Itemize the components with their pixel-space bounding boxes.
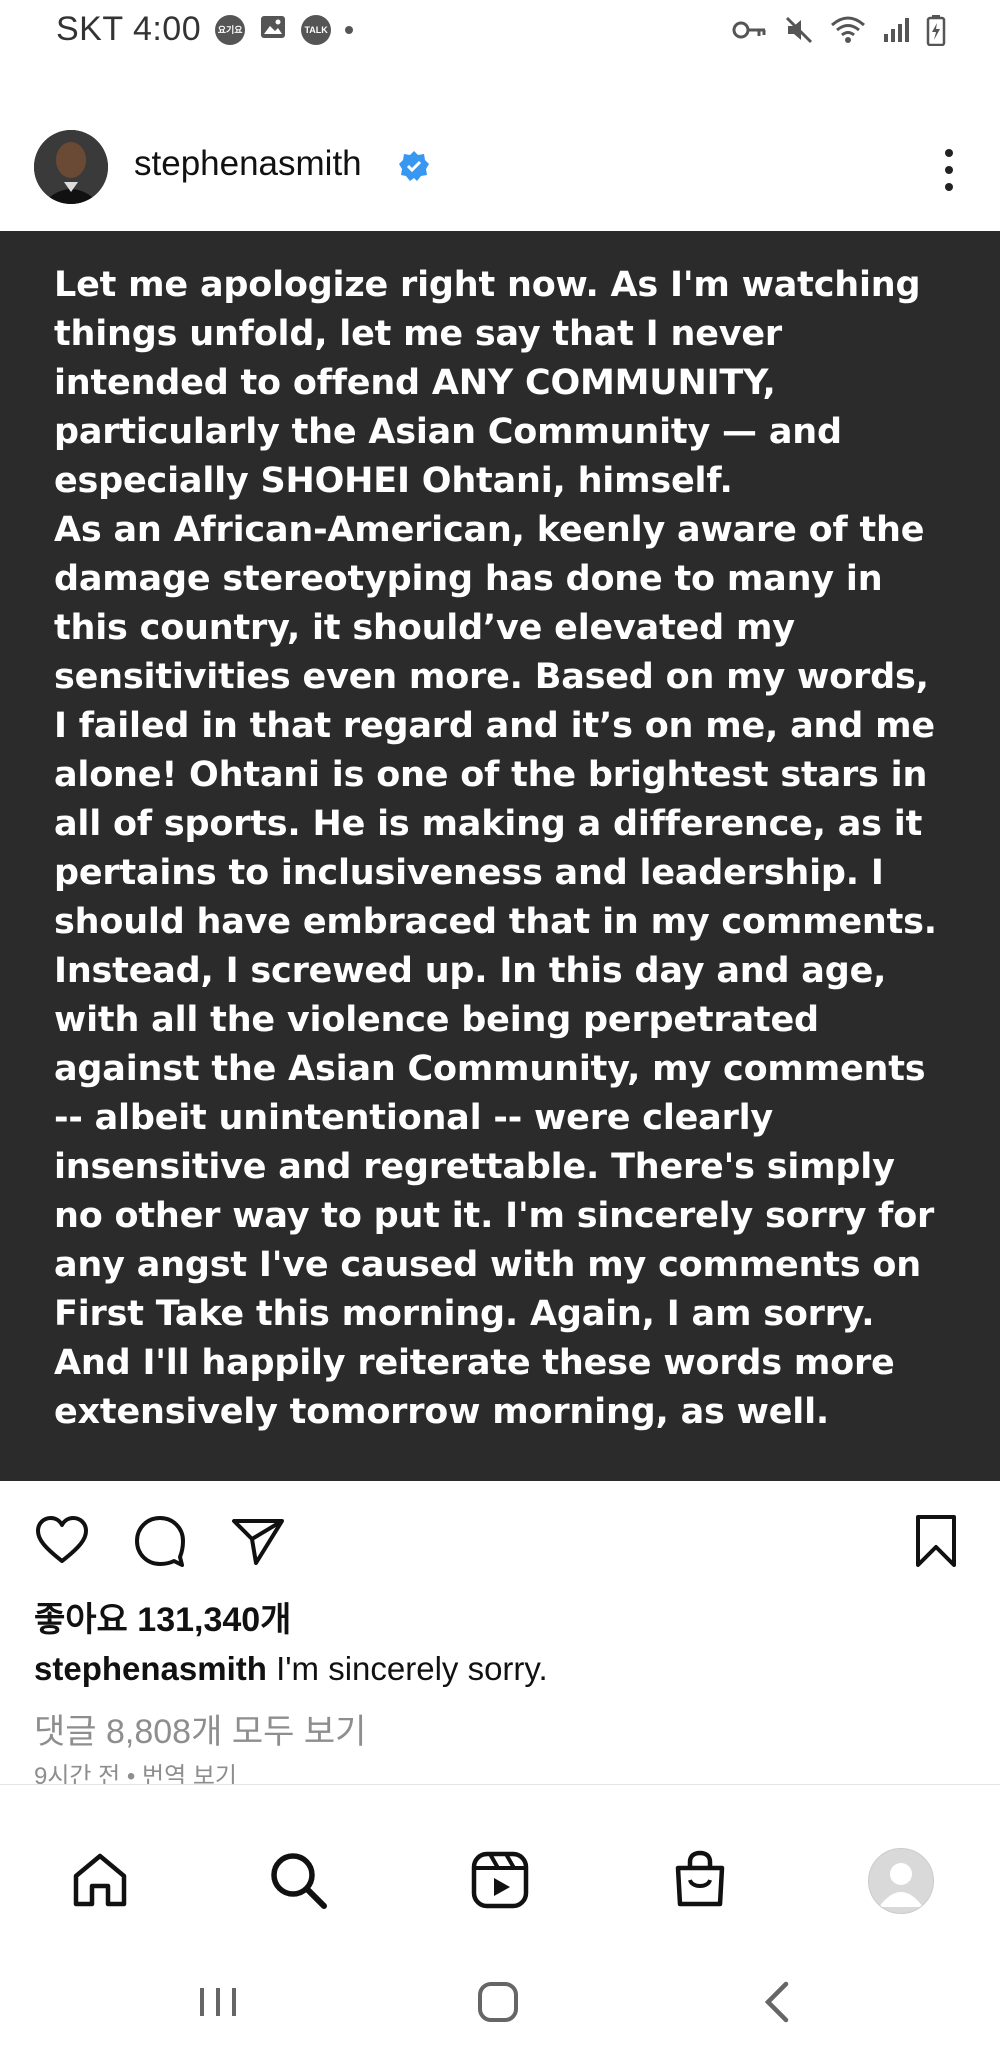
signal-icon bbox=[882, 16, 910, 44]
statement-line: And I'll happily reiterate these words m… bbox=[54, 1343, 895, 1383]
like-count[interactable]: 좋아요 131,340개 bbox=[34, 1592, 291, 1641]
statement-line: First Take this morning. Again, I am sor… bbox=[54, 1294, 875, 1334]
image-notification-icon bbox=[259, 14, 287, 45]
statement-line: Instead, I screwed up. In this day and a… bbox=[54, 951, 887, 991]
statement-line: this country, it should’ve elevated my bbox=[54, 608, 795, 648]
statement-line: no other way to put it. I'm sincerely so… bbox=[54, 1196, 935, 1236]
statement-line: damage stereotyping has done to many in bbox=[54, 559, 883, 599]
post-time-translate[interactable]: 9시간 전 • 번역 보기 bbox=[34, 1762, 237, 1784]
statement-line: things unfold, let me say that I never bbox=[54, 314, 782, 354]
talk-notification-icon: TALK bbox=[301, 14, 332, 45]
statement-line: against the Asian Community, my comments bbox=[54, 1049, 926, 1089]
status-bar: SKT 4:00 요기요 TALK bbox=[0, 0, 1000, 62]
statement-line: extensively tomorrow morning, as well. bbox=[54, 1392, 829, 1432]
profile-avatar-icon[interactable] bbox=[868, 1848, 934, 1914]
status-time: SKT 4:00 bbox=[56, 10, 202, 48]
post-image[interactable]: Let me apologize right now. As I'm watch… bbox=[0, 231, 1000, 1481]
author-username[interactable]: stephenasmith bbox=[134, 144, 362, 184]
statement-line: insensitive and regrettable. There's sim… bbox=[54, 1147, 895, 1187]
statement-line: I failed in that regard and it’s on me, … bbox=[54, 706, 935, 746]
statement-line: As an African-American, keenly aware of … bbox=[54, 510, 925, 550]
view-all-comments-link[interactable]: 댓글 8,808개 모두 보기 bbox=[34, 1704, 366, 1753]
apology-statement: Let me apologize right now. As I'm watch… bbox=[54, 261, 974, 1437]
post-header: stephenasmith bbox=[0, 120, 1000, 230]
statement-line: any angst I've caused with my comments o… bbox=[54, 1245, 921, 1285]
statement-line: should have embraced that in my comments… bbox=[54, 902, 937, 942]
statement-line: especially SHOHEI Ohtani, himself. bbox=[54, 461, 733, 501]
author-avatar[interactable] bbox=[34, 130, 108, 204]
system-navigation-bar bbox=[0, 1942, 1000, 2055]
statement-line: sensitivities even more. Based on my wor… bbox=[54, 657, 929, 697]
more-notifications-dot-icon bbox=[345, 25, 354, 34]
statement-line: pertains to inclusiveness and leadership… bbox=[54, 853, 884, 893]
statement-line: particularly the Asian Community — and bbox=[54, 412, 842, 452]
yogiyo-notification-icon: 요기요 bbox=[215, 14, 246, 45]
statement-line: all of sports. He is making a difference… bbox=[54, 804, 923, 844]
mute-icon bbox=[784, 15, 814, 45]
statement-line: -- albeit unintentional -- were clearly bbox=[54, 1098, 774, 1138]
wifi-icon bbox=[830, 15, 866, 45]
statement-line: alone! Ohtani is one of the brightest st… bbox=[54, 755, 928, 795]
bottom-navigation bbox=[0, 1832, 1000, 1932]
statement-line: with all the violence being perpetrated bbox=[54, 1000, 819, 1040]
post-actions bbox=[0, 1505, 1000, 1575]
divider bbox=[0, 1784, 1000, 1785]
caption-text: I'm sincerely sorry. bbox=[276, 1650, 548, 1687]
battery-icon bbox=[926, 14, 946, 46]
post-caption: stephenasmith I'm sincerely sorry. bbox=[34, 1650, 548, 1688]
key-icon bbox=[732, 19, 768, 41]
caption-username[interactable]: stephenasmith bbox=[34, 1650, 267, 1687]
statement-line: Let me apologize right now. As I'm watch… bbox=[54, 265, 921, 305]
statement-line: intended to offend ANY COMMUNITY, bbox=[54, 363, 776, 403]
